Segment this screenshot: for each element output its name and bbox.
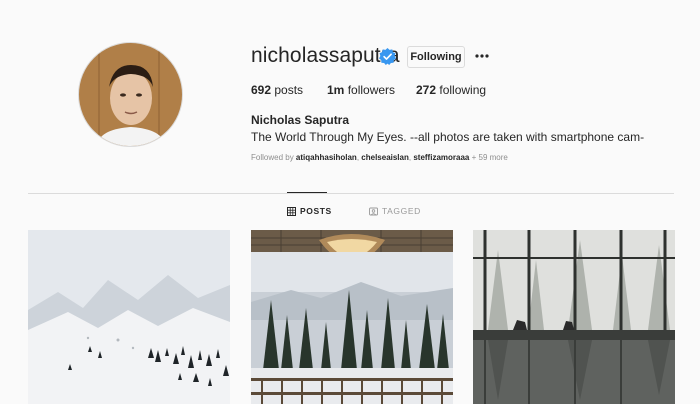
tab-tagged[interactable]: TAGGED bbox=[369, 206, 421, 216]
more-options-icon[interactable] bbox=[475, 50, 489, 62]
tab-posts[interactable]: POSTS bbox=[287, 206, 332, 216]
tab-posts-label: POSTS bbox=[300, 206, 332, 216]
grid-icon bbox=[287, 206, 296, 216]
profile-username: nicholassaputra bbox=[251, 44, 400, 67]
followed-by-more: + 59 more bbox=[471, 153, 508, 162]
tab-tagged-label: TAGGED bbox=[382, 206, 421, 216]
posts-number: 692 bbox=[251, 83, 272, 97]
followers-number: 1m bbox=[327, 83, 345, 97]
followed-by-user[interactable]: atiqahhasiholan bbox=[296, 153, 357, 162]
posts-count: 692 posts bbox=[251, 83, 303, 97]
post-thumbnail[interactable] bbox=[473, 230, 675, 404]
followers-label: followers bbox=[347, 83, 396, 97]
following-count[interactable]: 272 following bbox=[416, 83, 486, 97]
followed-by[interactable]: Followed by atiqahhasiholan, chelseaisla… bbox=[251, 153, 508, 162]
posts-label: posts bbox=[274, 83, 304, 97]
profile-full-name: Nicholas Saputra bbox=[251, 113, 350, 127]
followed-by-user[interactable]: steffizamoraaa bbox=[413, 153, 469, 162]
following-number: 272 bbox=[416, 83, 437, 97]
following-label: following bbox=[439, 83, 487, 97]
post-thumbnail[interactable] bbox=[28, 230, 230, 404]
tag-icon bbox=[369, 207, 378, 215]
tabs-divider bbox=[28, 193, 674, 194]
active-tab-indicator bbox=[287, 192, 327, 193]
profile-bio: The World Through My Eyes. --all photos … bbox=[251, 130, 645, 144]
followers-count[interactable]: 1m followers bbox=[327, 83, 395, 97]
profile-avatar[interactable] bbox=[78, 42, 183, 147]
following-button[interactable]: Following bbox=[407, 46, 465, 68]
followed-by-prefix: Followed by bbox=[251, 153, 294, 162]
verified-badge-icon bbox=[379, 48, 396, 65]
followed-by-user[interactable]: chelseaislan bbox=[361, 153, 409, 162]
post-thumbnail[interactable] bbox=[251, 230, 453, 404]
